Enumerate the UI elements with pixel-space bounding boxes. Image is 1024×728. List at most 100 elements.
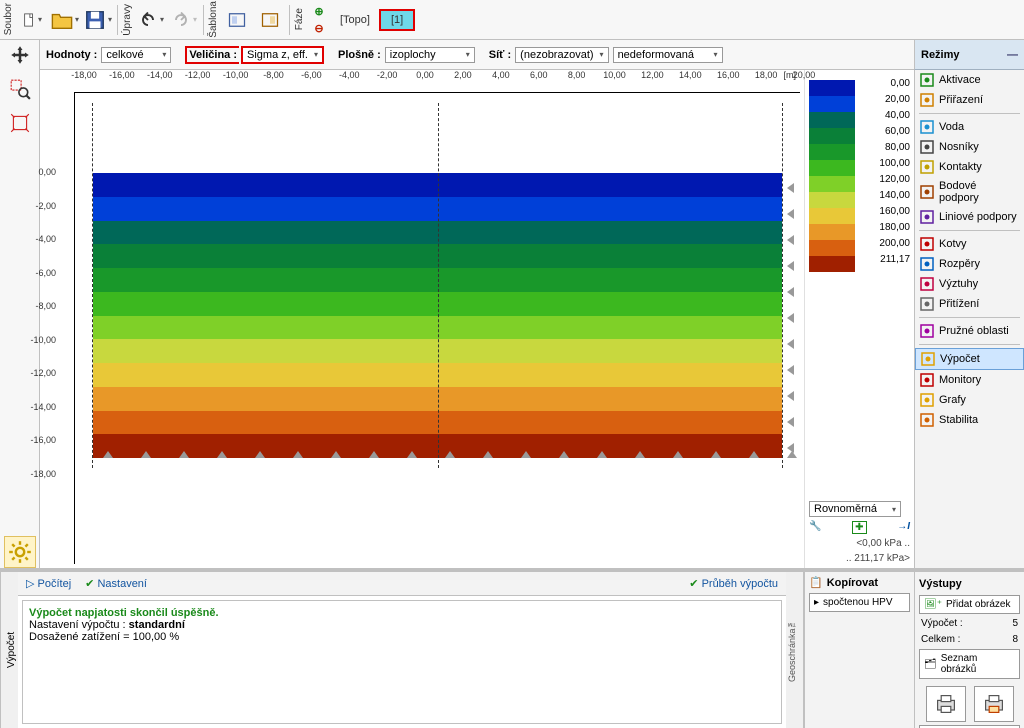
mode-item-label: Grafy bbox=[939, 394, 966, 406]
redo-button[interactable] bbox=[168, 4, 200, 36]
mode-item-label: Výpočet bbox=[940, 353, 980, 365]
range-max-label: .. 211,17 kPa> bbox=[809, 553, 910, 564]
support-marker bbox=[407, 451, 417, 458]
support-marker bbox=[711, 451, 721, 458]
save-file-button[interactable] bbox=[82, 4, 114, 36]
sit-label: Síť : bbox=[489, 49, 511, 61]
support-marker bbox=[787, 391, 794, 401]
mode-item-activate[interactable]: Aktivace bbox=[915, 70, 1024, 90]
plot-viewport[interactable]: [m] -18,00-16,00-14,00-12,00-10,00-8,00-… bbox=[40, 70, 804, 568]
mode-item-anchors[interactable]: Kotvy bbox=[915, 234, 1024, 254]
ruler-y: 0,00-2,00-4,00-6,00-8,00-10,00-12,00-14,… bbox=[40, 92, 74, 568]
phase-1-button[interactable]: [1] bbox=[379, 9, 415, 31]
log-load-line: Dosažené zatížení = 100,00 % bbox=[29, 631, 775, 643]
mode-item-contacts[interactable]: Kontakty bbox=[915, 157, 1024, 177]
print-color-button[interactable] bbox=[974, 686, 1014, 722]
collapse-modes-button[interactable]: — bbox=[1007, 49, 1018, 61]
scale-type-select[interactable]: Rovnoměrná bbox=[809, 501, 901, 517]
remove-phase-button[interactable]: ⊖ bbox=[310, 20, 328, 36]
ruler-x-tick: -8,00 bbox=[263, 70, 284, 80]
mode-item-lnsupp[interactable]: Liniové podpory bbox=[915, 207, 1024, 227]
assign-icon bbox=[920, 93, 934, 107]
ruler-x-tick: 6,00 bbox=[530, 70, 548, 80]
add-scale-icon[interactable]: ✚ bbox=[852, 521, 866, 534]
print-button[interactable] bbox=[926, 686, 966, 722]
mode-item-ptsupp[interactable]: Bodové podpory bbox=[915, 177, 1024, 207]
support-marker bbox=[787, 235, 794, 245]
pan-tool-button[interactable] bbox=[4, 39, 36, 71]
mode-item-beams[interactable]: Nosníky bbox=[915, 137, 1024, 157]
support-marker bbox=[255, 451, 265, 458]
apply-scale-icon[interactable]: →I bbox=[897, 521, 910, 534]
deform-select[interactable]: nedeformovaná bbox=[613, 47, 723, 63]
main-toolbar: Soubor Úpravy Šablona Fáze ⊕ ⊖ [Topo] [1… bbox=[0, 0, 1024, 40]
mode-item-calc[interactable]: Výpočet bbox=[915, 348, 1024, 370]
sit-select[interactable]: (nezobrazovat) bbox=[515, 47, 608, 63]
mode-item-elastic[interactable]: Pružné oblasti bbox=[915, 321, 1024, 341]
mode-item-graphs[interactable]: Grafy bbox=[915, 390, 1024, 410]
mode-item-label: Rozpěry bbox=[939, 258, 980, 270]
support-marker bbox=[483, 451, 493, 458]
undo-button[interactable] bbox=[135, 4, 167, 36]
open-file-button[interactable] bbox=[49, 4, 81, 36]
hodnoty-select[interactable]: celkové bbox=[101, 47, 171, 63]
nastaveni-button[interactable]: ✔ Nastavení bbox=[85, 577, 147, 590]
settings-gear-button[interactable] bbox=[4, 536, 36, 568]
legend-swatch bbox=[809, 256, 855, 272]
ruler-y-tick: -10,00 bbox=[30, 335, 56, 345]
ruler-y-tick: -4,00 bbox=[35, 234, 56, 244]
zoom-select-button[interactable] bbox=[4, 73, 36, 105]
mode-item-water[interactable]: Voda bbox=[915, 117, 1024, 137]
mode-item-label: Výztuhy bbox=[939, 278, 978, 290]
mode-item-assign[interactable]: Přiřazení bbox=[915, 90, 1024, 110]
modes-panel: Aktivace Přiřazení Voda Nosníky Kontakty Bodo… bbox=[914, 70, 1024, 568]
wrench-icon[interactable]: 🔧 bbox=[809, 521, 821, 534]
picture-list-button[interactable]: 🗂Seznam obrázků bbox=[919, 649, 1020, 679]
plosne-select[interactable]: izoplochy bbox=[385, 47, 475, 63]
mode-item-label: Kotvy bbox=[939, 238, 967, 250]
legend-swatch bbox=[809, 224, 855, 240]
phase-topo-button[interactable]: [Topo] bbox=[332, 10, 378, 30]
plosne-label: Plošně : bbox=[338, 49, 381, 61]
group-label-soubor: Soubor bbox=[2, 1, 15, 37]
mode-item-label: Přiřazení bbox=[939, 94, 983, 106]
template-save-button[interactable] bbox=[254, 4, 286, 36]
support-marker bbox=[787, 209, 794, 219]
legend-swatch bbox=[809, 112, 855, 128]
legend-value: 20,00 bbox=[859, 92, 910, 108]
ruler-y-tick: -18,00 bbox=[30, 469, 56, 479]
support-marker bbox=[787, 287, 794, 297]
group-label-faze: Fáze bbox=[293, 6, 306, 32]
legend-value: 40,00 bbox=[859, 108, 910, 124]
legend-value: 0,00 bbox=[859, 76, 910, 92]
mode-item-label: Nosníky bbox=[939, 141, 979, 153]
mode-item-stab[interactable]: Stabilita bbox=[915, 410, 1024, 430]
copy-hpv-button[interactable]: ▸spočtenou HPV bbox=[809, 593, 910, 612]
velicina-select[interactable]: Sigma z, eff. bbox=[241, 46, 324, 64]
fit-view-button[interactable] bbox=[4, 107, 36, 139]
ruler-x-tick: 10,00 bbox=[603, 70, 626, 80]
log-success-line: Výpočet napjatosti skončil úspěšně. bbox=[29, 607, 775, 619]
prubeh-button[interactable]: ✔ Průběh výpočtu bbox=[689, 577, 778, 590]
plot-field bbox=[93, 173, 782, 458]
mode-item-label: Stabilita bbox=[939, 414, 978, 426]
ruler-y-tick: -2,00 bbox=[35, 201, 56, 211]
activate-icon bbox=[920, 73, 934, 87]
mode-item-reinf[interactable]: Výztuhy bbox=[915, 274, 1024, 294]
add-phase-button[interactable]: ⊕ bbox=[310, 3, 328, 19]
mode-item-label: Kontakty bbox=[939, 161, 982, 173]
mode-item-surch[interactable]: Přitížení bbox=[915, 294, 1024, 314]
pocitej-button[interactable]: ▷ Počítej bbox=[26, 577, 71, 590]
ruler-x-tick: -18,00 bbox=[71, 70, 97, 80]
template-open-button[interactable] bbox=[221, 4, 253, 36]
mode-item-monitor[interactable]: Monitory bbox=[915, 370, 1024, 390]
ruler-y-tick: -16,00 bbox=[30, 435, 56, 445]
support-marker bbox=[749, 451, 759, 458]
lnsupp-icon bbox=[920, 210, 934, 224]
copy-panel: 📋Kopírovat ▸spočtenou HPV bbox=[804, 572, 914, 728]
ruler-y-tick: -6,00 bbox=[35, 268, 56, 278]
ruler-x-tick: -2,00 bbox=[377, 70, 398, 80]
new-file-button[interactable] bbox=[16, 4, 48, 36]
add-picture-button[interactable]: 🖼⁺Přidat obrázek bbox=[919, 595, 1020, 614]
mode-item-props[interactable]: Rozpěry bbox=[915, 254, 1024, 274]
